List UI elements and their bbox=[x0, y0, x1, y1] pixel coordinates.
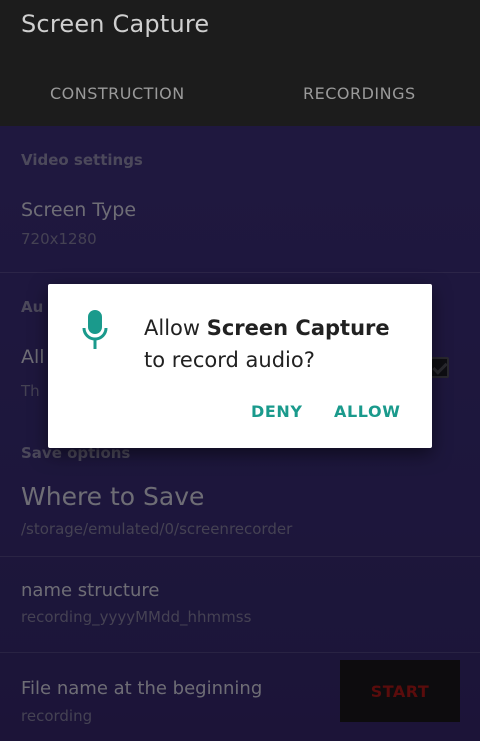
app-title: Screen Capture bbox=[21, 10, 210, 38]
deny-button[interactable]: DENY bbox=[251, 402, 303, 421]
dialog-app-name: Screen Capture bbox=[206, 316, 390, 340]
microphone-icon bbox=[82, 310, 108, 349]
start-button[interactable]: START bbox=[340, 660, 460, 722]
tab-recordings[interactable]: RECORDINGS bbox=[303, 84, 416, 103]
dialog-suffix: to record audio? bbox=[144, 348, 315, 372]
dialog-message: Allow Screen Capture to record audio? bbox=[144, 312, 424, 376]
dialog-prefix: Allow bbox=[144, 316, 207, 340]
app-bar: Screen Capture CONSTRUCTION RECORDINGS bbox=[0, 0, 480, 126]
permission-dialog: Allow Screen Capture to record audio? DE… bbox=[48, 284, 432, 448]
tab-construction[interactable]: CONSTRUCTION bbox=[50, 84, 185, 103]
allow-button[interactable]: ALLOW bbox=[334, 402, 400, 421]
